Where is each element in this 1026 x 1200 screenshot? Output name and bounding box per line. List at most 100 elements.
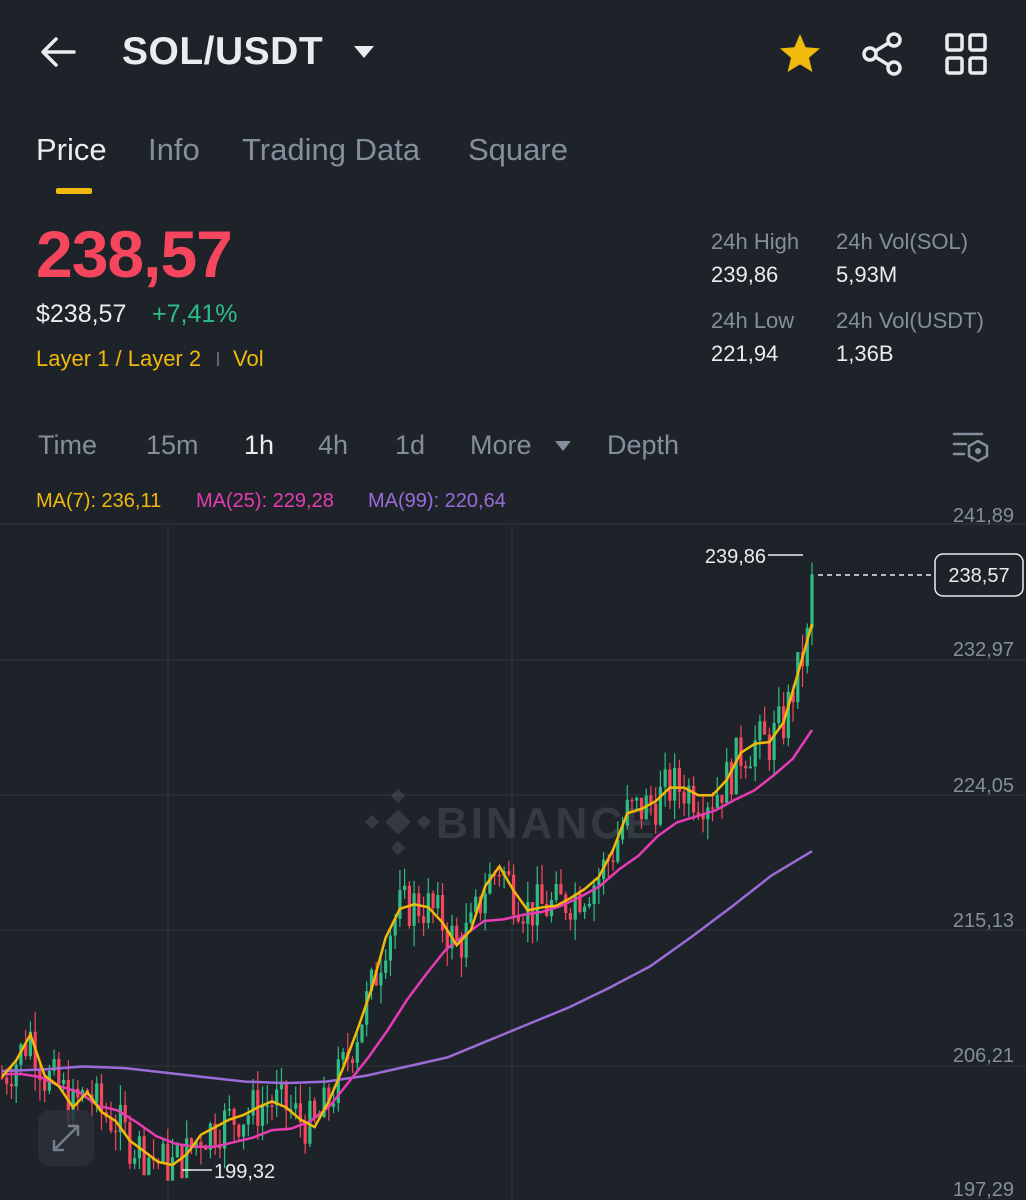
- chevron-down-icon[interactable]: [352, 44, 376, 60]
- candle-body: [227, 1109, 231, 1111]
- candle-body: [265, 1105, 269, 1107]
- star-icon[interactable]: [776, 30, 824, 78]
- candle-body: [9, 1083, 14, 1087]
- candle-body: [161, 1143, 165, 1164]
- candle-body: [95, 1083, 99, 1104]
- candle-body: [403, 885, 407, 891]
- candle-body: [763, 721, 767, 735]
- depth-tab[interactable]: Depth: [607, 430, 679, 461]
- candle-body: [341, 1052, 345, 1060]
- category-tag[interactable]: Layer 1 / Layer 2: [36, 346, 201, 372]
- stat-vol-usdt-value: 1,36B: [836, 341, 894, 366]
- chart-settings-icon[interactable]: [950, 428, 992, 464]
- candle-body: [668, 769, 672, 801]
- candle-body: [772, 723, 776, 761]
- stat-vol-sol-value: 5,93M: [836, 262, 898, 287]
- candle-body: [682, 791, 686, 804]
- candle-body: [38, 1070, 42, 1081]
- stat-low-value: 221,94: [711, 341, 779, 366]
- tag-divider: [217, 352, 219, 366]
- candle-body: [5, 1077, 9, 1084]
- interval-time[interactable]: Time: [38, 430, 97, 461]
- y-tick-label: 215,13: [953, 910, 1014, 932]
- candle-body: [630, 799, 634, 802]
- candle-body: [166, 1143, 170, 1181]
- candle-body: [583, 906, 587, 913]
- candle-body: [720, 795, 724, 803]
- candle-body: [611, 860, 615, 862]
- interval-4h[interactable]: 4h: [318, 430, 348, 461]
- y-tick-label: 224,05: [953, 775, 1014, 797]
- candle-body: [436, 895, 440, 909]
- interval-more[interactable]: More: [470, 430, 532, 461]
- y-tick-label: 206,21: [953, 1045, 1014, 1067]
- candle-body: [559, 884, 563, 895]
- last-price: 238,57: [36, 217, 233, 291]
- candle-body: [597, 878, 601, 886]
- share-icon[interactable]: [858, 30, 906, 78]
- interval-1d[interactable]: 1d: [395, 430, 425, 461]
- candle-body: [483, 893, 487, 914]
- candle-body: [294, 1103, 298, 1109]
- candle-body: [133, 1158, 137, 1164]
- candle-body: [379, 972, 383, 986]
- candle-body: [388, 935, 392, 961]
- candle-body: [455, 925, 459, 940]
- vol-tag[interactable]: Vol: [233, 346, 264, 372]
- high-price-label: 239,86: [705, 546, 766, 568]
- candle-body: [673, 767, 677, 801]
- candle-body: [521, 921, 525, 924]
- candle-body: [663, 769, 667, 787]
- candle-body: [748, 766, 752, 769]
- stat-high-label: 24h High: [711, 229, 800, 254]
- candle-body: [777, 706, 781, 723]
- ma99-line: [1, 850, 813, 1085]
- candle-body: [398, 890, 402, 919]
- candle-body: [554, 884, 558, 900]
- candle-body: [635, 797, 639, 801]
- price-change-percent: +7,41%: [152, 300, 238, 328]
- tab-trading-data[interactable]: Trading Data: [242, 132, 420, 168]
- back-arrow-icon[interactable]: [36, 28, 84, 76]
- candle-body: [422, 916, 426, 923]
- price-chart[interactable]: BINANCE 241,89 232,97 224,05 215,13 206,…: [0, 480, 1026, 1200]
- expand-chart-button[interactable]: [38, 1110, 94, 1166]
- candle-body: [507, 871, 511, 875]
- chevron-down-icon[interactable]: [554, 440, 572, 452]
- usd-price: $238,57: [36, 300, 127, 328]
- tab-square[interactable]: Square: [468, 132, 568, 168]
- pair-title[interactable]: SOL/USDT: [122, 30, 323, 74]
- candle-body: [360, 1024, 364, 1043]
- grid-icon[interactable]: [942, 30, 990, 78]
- stat-high-value: 239,86: [711, 262, 779, 287]
- candle-body: [270, 1105, 274, 1107]
- candle-body: [237, 1124, 241, 1137]
- tab-info[interactable]: Info: [148, 132, 200, 168]
- candle-body: [43, 1080, 47, 1091]
- candle-body: [62, 1080, 66, 1084]
- candle-body: [512, 874, 516, 915]
- tab-price[interactable]: Price: [36, 132, 107, 168]
- candle-body: [431, 893, 435, 909]
- candle-body: [535, 884, 539, 926]
- candle-body: [654, 803, 658, 825]
- candle-body: [114, 1130, 118, 1133]
- interval-15m[interactable]: 15m: [146, 430, 199, 461]
- candle-body: [710, 807, 715, 809]
- candle-body: [692, 785, 696, 813]
- low-price-label: 199,32: [214, 1161, 275, 1183]
- candle-body: [170, 1157, 175, 1181]
- interval-1h[interactable]: 1h: [244, 430, 274, 461]
- candle-body: [497, 874, 501, 877]
- candle-body: [355, 1042, 359, 1063]
- ma7-line: [1, 623, 814, 1167]
- candle-body: [464, 922, 468, 958]
- expand-icon: [52, 1124, 80, 1152]
- candle-body: [142, 1136, 146, 1176]
- candle-body: [810, 574, 814, 628]
- candle-body: [180, 1145, 184, 1179]
- y-tick-label: 197,29: [953, 1179, 1014, 1200]
- current-price-label: 238,57: [948, 565, 1009, 587]
- candle-body: [758, 721, 762, 741]
- stat-vol-usdt-label: 24h Vol(USDT): [836, 308, 984, 333]
